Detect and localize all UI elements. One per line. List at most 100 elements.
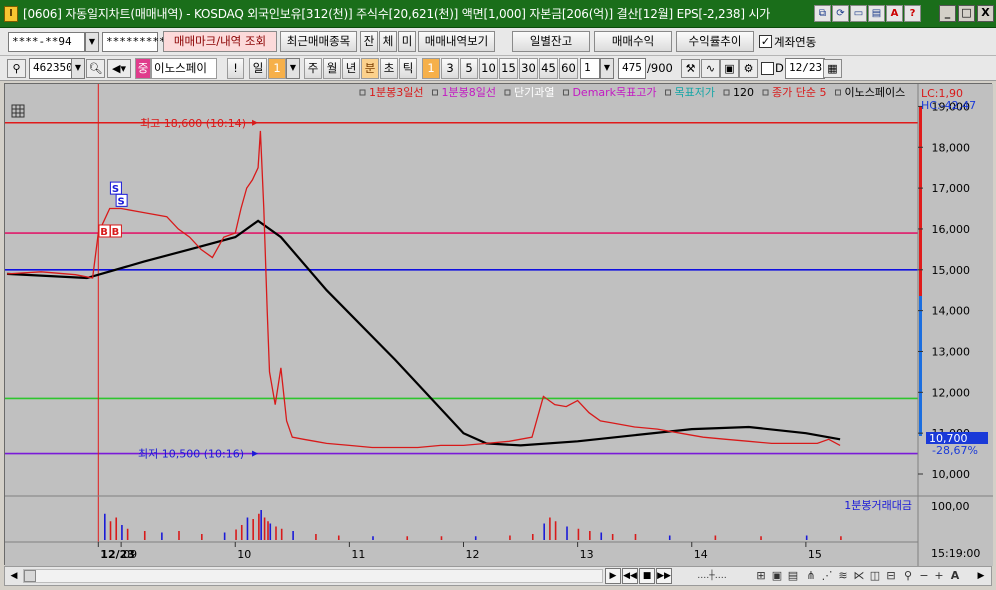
play-icon[interactable]: ▶ [605,568,621,584]
volume-bar [509,535,511,540]
minute-5-button[interactable]: 5 [460,58,478,79]
volume-bar [372,536,374,540]
shape-icon[interactable]: ◫ [867,568,883,584]
period-year-button[interactable]: 년 [342,58,360,79]
unfilled-button[interactable]: 미 [398,31,416,52]
account-input[interactable]: ****-**94 [8,32,85,52]
executed-button[interactable]: 체 [379,31,397,52]
zoom-icon[interactable]: ⚲ [900,568,916,584]
volume-bar [240,525,243,540]
chart-background [5,84,993,566]
refresh-icon[interactable]: ⟳ [832,5,849,22]
scroll-thumb[interactable] [24,570,36,582]
search-icon[interactable]: 🔍︎ [86,59,105,78]
volume-bar [440,536,443,540]
maximize-button[interactable]: □ [958,5,975,22]
minute-60-button[interactable]: 60 [559,58,578,79]
alert-button[interactable]: ! [227,58,244,79]
minute-3-button[interactable]: 3 [441,58,459,79]
code-dropdown-icon[interactable]: ▼ [71,58,85,79]
stop-icon[interactable]: ■ [639,568,655,584]
fast-forward-icon[interactable]: ▶▶ [656,568,672,584]
daily-balance-button[interactable]: 일별잔고 [512,31,590,52]
volume-bar [315,534,317,540]
speed-slider[interactable]: ‥‥┼‥‥ [677,568,747,584]
app-icon: I [4,5,18,22]
scroll-track[interactable] [23,569,603,583]
split-icon[interactable]: ▤ [868,5,885,22]
balance-button[interactable]: 잔 [360,31,378,52]
zoom-out-icon[interactable]: − [916,568,932,584]
pdf-icon[interactable]: A [886,5,903,22]
minute-15-button[interactable]: 15 [499,58,518,79]
volume-bar [260,510,262,540]
zoom-in-icon[interactable]: + [931,568,947,584]
bars-input[interactable]: 475 [618,58,646,79]
period-month-button[interactable]: 월 [323,58,341,79]
count-dropdown-icon[interactable]: ▼ [600,58,614,79]
minute-10-button[interactable]: 10 [479,58,498,79]
window-icon[interactable]: ▭ [850,5,867,22]
scroll-right-icon[interactable]: ▶ [973,568,989,584]
date-checkbox[interactable] [761,62,774,75]
y-tick-label: 17,000 [932,182,971,195]
stock-name[interactable]: 이노스페이 [151,58,217,79]
trade-mark-button[interactable]: 매매마크/내역 조회 [163,31,277,52]
period-day-button[interactable]: 일 [249,58,267,79]
y-tick-label: 18,000 [932,141,971,154]
save-icon[interactable]: ▣ [720,59,739,78]
link-icon[interactable]: ⧉ [814,5,831,22]
code-input[interactable]: 462350 [29,58,73,79]
price-chart[interactable]: SSB B 19,00018,00017,00016,00015,00014,00… [5,84,993,566]
account-link-checkbox[interactable]: ✓ [759,35,772,48]
volume-bar [252,519,254,540]
scale-bar-red [919,106,922,296]
minute-1-button[interactable]: 1 [422,58,440,79]
return-trend-button[interactable]: 수익률추이 [676,31,754,52]
volume-tick: 100,00 [931,500,970,513]
close-button[interactable]: X [977,5,994,22]
trade-profit-button[interactable]: 매매수익 [594,31,672,52]
minimize-button[interactable]: _ [939,5,956,22]
grid-icon[interactable]: ⊟ [883,568,899,584]
calendar-icon[interactable]: ▦ [823,59,842,78]
unit-minute-button[interactable]: 분 [361,58,379,79]
y-tick-label: 12,000 [932,386,971,399]
help-icon[interactable]: ? [904,5,921,22]
sell-signal-label: S [118,196,125,207]
period-value[interactable]: 1 [268,58,286,79]
account-dropdown-icon[interactable]: ▼ [85,32,99,52]
pin-icon[interactable]: ⚲ [7,59,26,78]
crosshair-icon[interactable]: ⊞ [753,568,769,584]
volume-bar [223,532,226,540]
trend-icon[interactable]: ⋰ [819,568,835,584]
settings-icon[interactable]: ⚙ [739,59,758,78]
unit-tick-button[interactable]: 틱 [399,58,417,79]
indicator-icon[interactable]: ∿ [701,59,720,78]
speaker-icon[interactable]: ◀▾ [107,59,131,78]
date-input[interactable]: 12/23 [785,58,825,79]
trade-history-button[interactable]: 매매내역보기 [418,31,495,52]
period-week-button[interactable]: 주 [304,58,322,79]
unit-second-button[interactable]: 초 [380,58,398,79]
period-dropdown-icon[interactable]: ▼ [286,58,300,79]
rewind-icon[interactable]: ◀◀ [622,568,638,584]
font-icon[interactable]: A [947,568,963,584]
volume-bar [337,535,340,540]
minute-30-button[interactable]: 30 [519,58,538,79]
fib-icon[interactable]: ⋔ [803,568,819,584]
compare-icon[interactable]: ▤ [785,568,801,584]
scroll-left-icon[interactable]: ◀ [6,568,22,584]
volume-bar [267,521,269,540]
minute-45-button[interactable]: 45 [539,58,558,79]
layout-icon[interactable]: ▣ [769,568,785,584]
password-input[interactable]: ********* [102,32,166,52]
channel-icon[interactable]: ≋ [835,568,851,584]
chart-panel[interactable]: SSBB 19,000 18,000 17,000 16,000 15,000 14,00… [4,83,993,566]
gann-icon[interactable]: ⋉ [851,568,867,584]
recent-trades-button[interactable]: 최근매매종목 [280,31,357,52]
chart-scrollbar: ◀ ▶ ◀◀ ■ ▶▶ ‥‥┼‥‥ ⊞ ▣ ▤ ⋔ ⋰ ≋ ⋉ ◫ ⊟ ⚲ − … [4,566,992,586]
count-input[interactable]: 1 [580,58,600,79]
tools-icon[interactable]: ⚒ [681,59,700,78]
account-toolbar: ****-**94 ▼ ********* 매매마크/내역 조회 최근매매종목 … [0,28,996,56]
